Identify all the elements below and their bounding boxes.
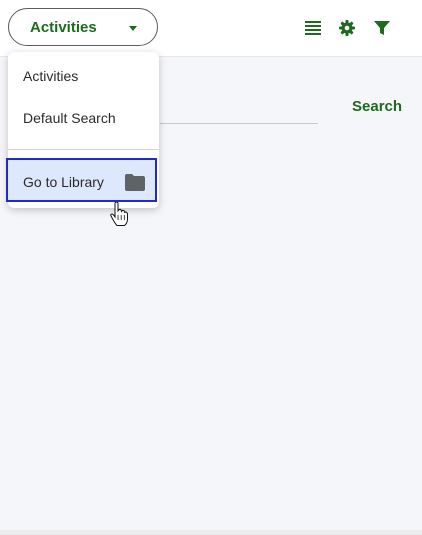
- menu-item-default-search[interactable]: Default Search: [8, 94, 159, 130]
- top-toolbar: Activities: [0, 0, 422, 57]
- menu-item-label: Default Search: [23, 110, 116, 126]
- hand-cursor-icon: [110, 201, 128, 226]
- list-icon[interactable]: [305, 20, 323, 38]
- view-selector-button[interactable]: Activities: [8, 8, 158, 46]
- chevron-down-icon: [129, 26, 137, 31]
- menu-item-go-to-library[interactable]: Go to Library: [6, 158, 157, 202]
- gear-icon[interactable]: [339, 20, 357, 38]
- bottom-edge: [0, 530, 422, 535]
- menu-item-label: Go to Library: [23, 174, 104, 190]
- filter-icon[interactable]: [374, 20, 392, 38]
- view-selector-label: Activities: [30, 19, 97, 36]
- menu-divider: [8, 149, 159, 150]
- menu-item-activities[interactable]: Activities: [8, 52, 159, 88]
- search-input[interactable]: [160, 123, 318, 124]
- search-button[interactable]: Search: [352, 98, 402, 115]
- folder-icon: [125, 174, 145, 191]
- app-frame: Activities Search Activities Default Sea…: [0, 0, 422, 535]
- menu-item-label: Activities: [23, 68, 79, 84]
